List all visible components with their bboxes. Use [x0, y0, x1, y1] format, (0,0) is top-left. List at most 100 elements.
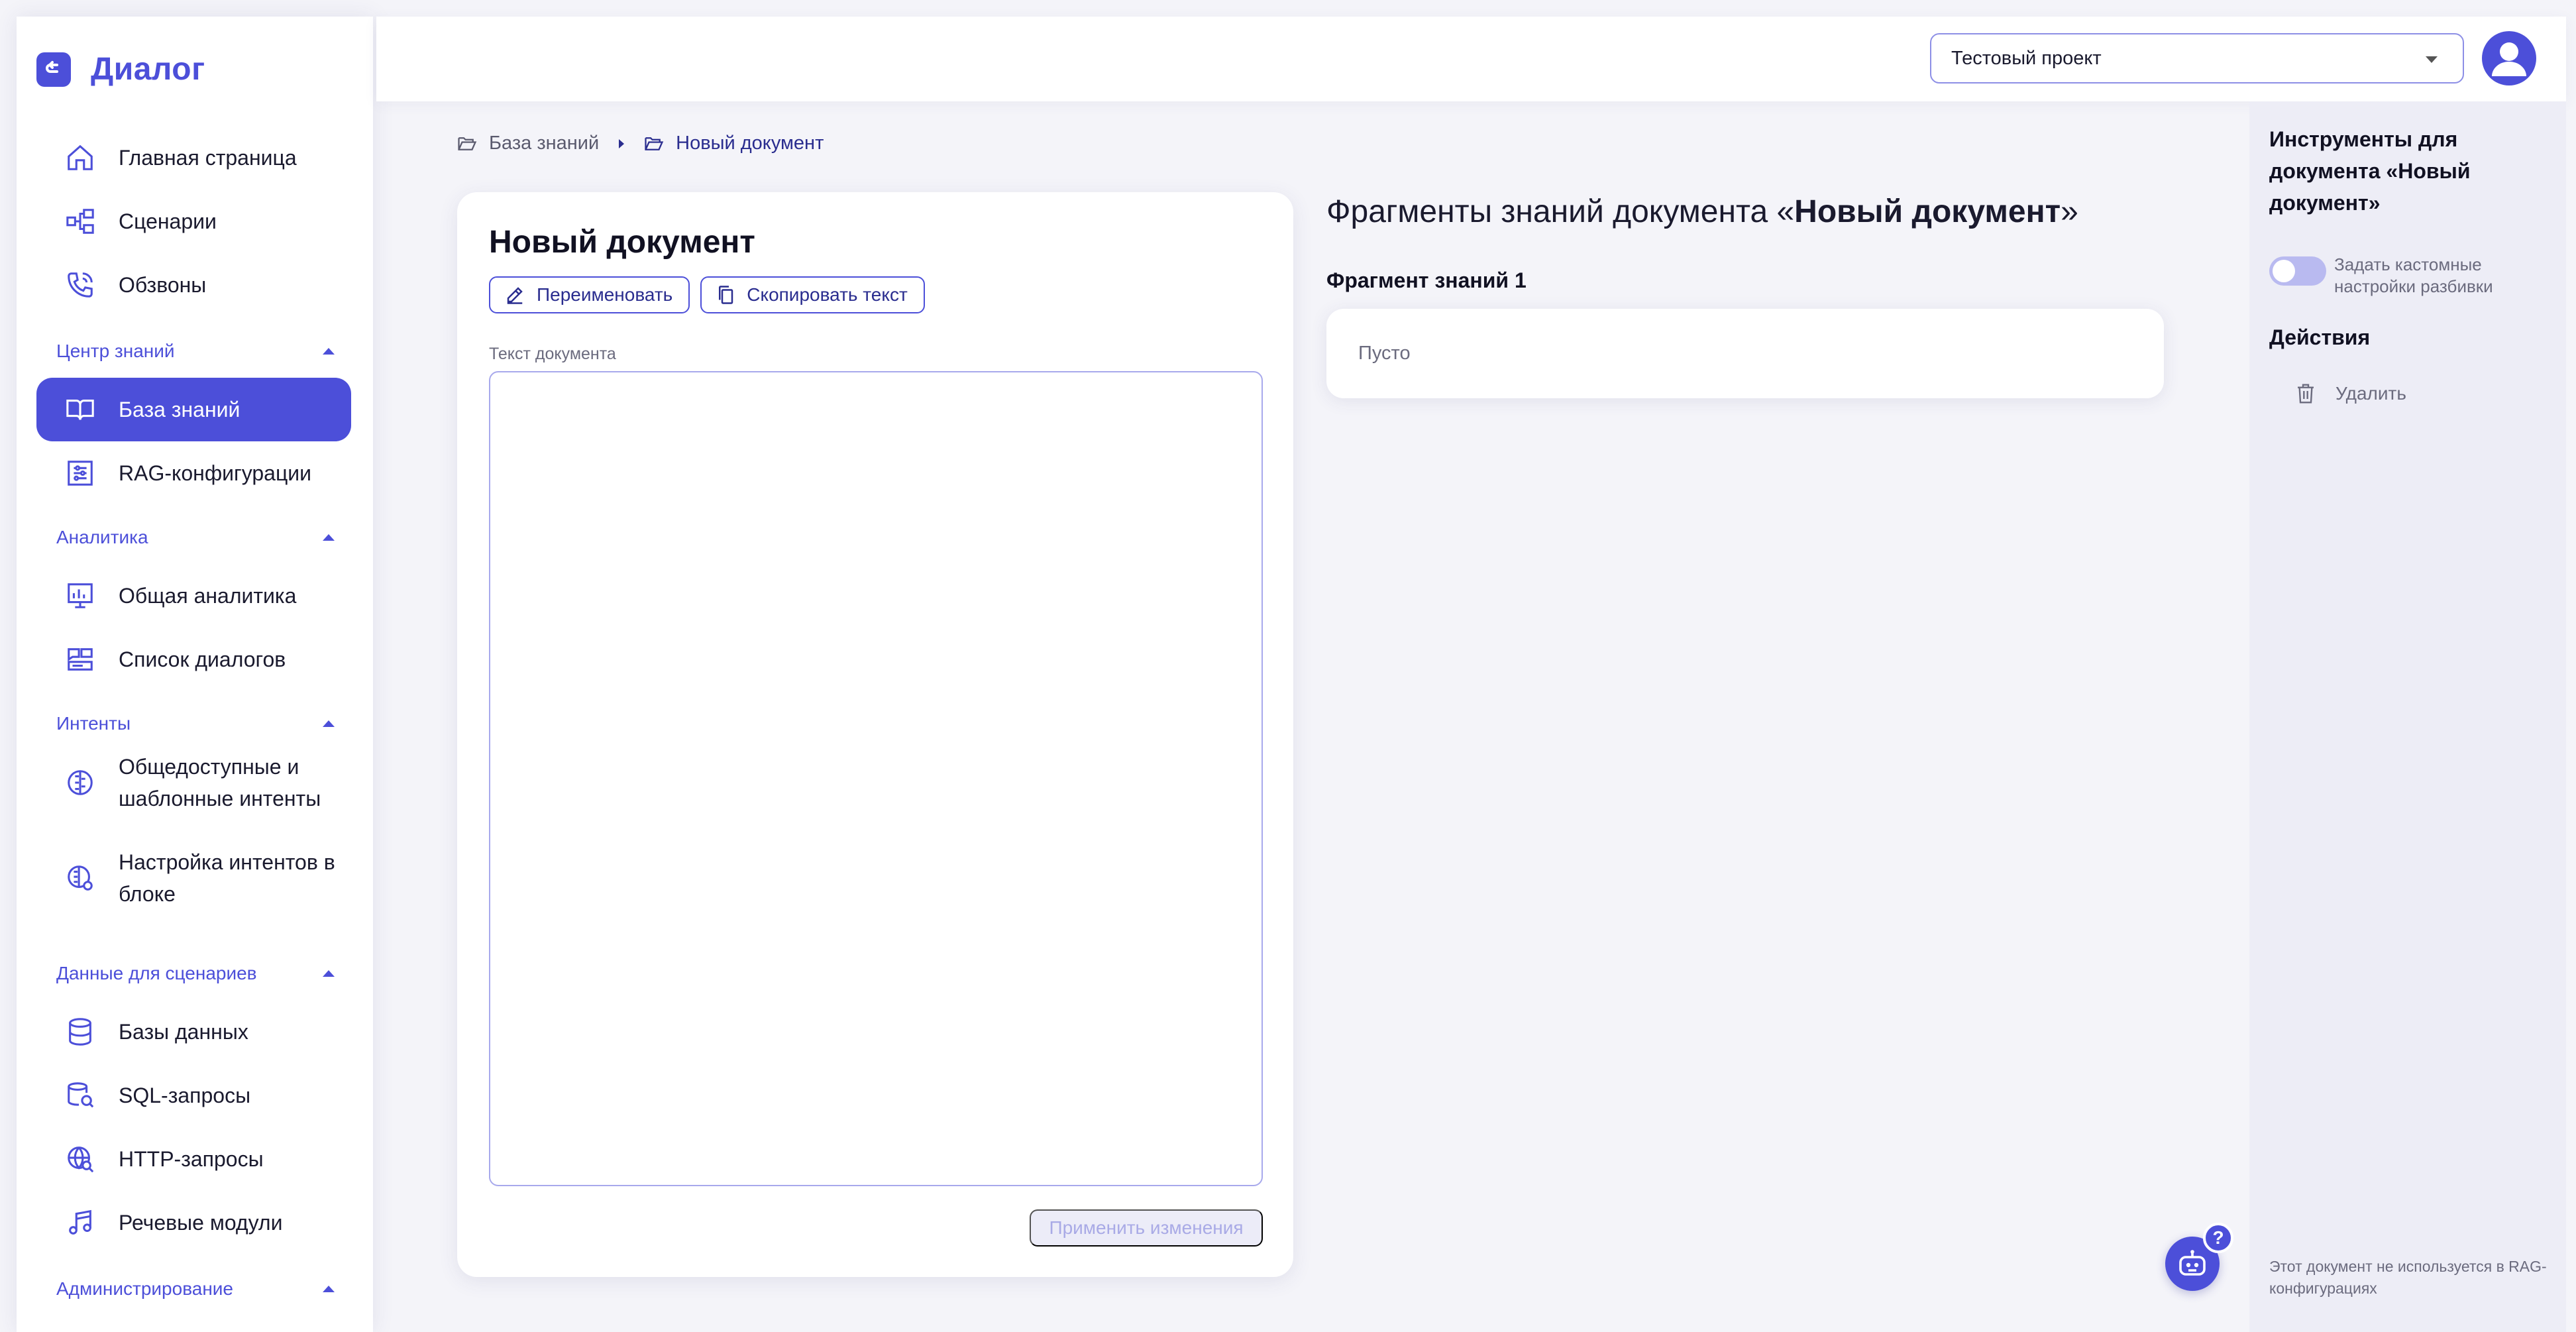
delete-label: Удалить: [2335, 383, 2406, 404]
sidebar-item-databases[interactable]: Базы данных: [36, 1000, 351, 1064]
sidebar-item-rag-configs[interactable]: RAG-конфигурации: [36, 441, 351, 505]
section-title: Центр знаний: [56, 341, 175, 361]
fragments-title: Фрагменты знаний документа «Новый докуме…: [1326, 194, 2078, 230]
brain-icon: [63, 765, 97, 800]
sidebar-item-http[interactable]: HTTP-запросы: [36, 1127, 351, 1191]
breadcrumb-label: База знаний: [489, 133, 600, 154]
section-scenario-data[interactable]: Данные для сценариев: [56, 960, 335, 987]
rename-button[interactable]: Переименовать: [489, 276, 690, 313]
section-title: Данные для сценариев: [56, 963, 257, 983]
music-note-icon: [63, 1205, 97, 1240]
sidebar-item-home[interactable]: Главная страница: [36, 126, 351, 190]
section-intents[interactable]: Интенты: [56, 710, 335, 737]
book-icon: [63, 392, 97, 427]
logo-icon: [36, 52, 71, 87]
editor-actions: Переименовать Скопировать текст: [489, 276, 936, 313]
sidebar-item-sql[interactable]: SQL-запросы: [36, 1064, 351, 1127]
sidebar-item-knowledge-base[interactable]: База знаний: [36, 378, 351, 441]
pencil-icon: [505, 285, 525, 305]
sidebar-item-label: Настройка интентов в блоке: [119, 850, 335, 906]
sidebar-item-label: Главная страница: [119, 145, 297, 170]
globe-search-icon: [63, 1142, 97, 1176]
sidebar-item-speech-modules[interactable]: Речевые модули: [36, 1191, 351, 1254]
tools-title: Инструменты для документа «Новый докумен…: [2269, 127, 2471, 215]
dialogs-icon: [63, 642, 97, 677]
sidebar-item-label: Список диалогов: [119, 647, 286, 671]
collapse-caret-icon: [323, 720, 335, 727]
sidebar-item-label: Общедоступные и шаблонные интенты: [119, 755, 321, 810]
sidebar-item-label: Общая аналитика: [119, 583, 297, 608]
delete-button[interactable]: Удалить: [2296, 383, 2406, 404]
sidebar-item-label: HTTP-запросы: [119, 1146, 264, 1171]
section-knowledge-center[interactable]: Центр знаний: [56, 338, 335, 364]
database-icon: [63, 1015, 97, 1049]
collapse-caret-icon: [323, 1286, 335, 1292]
actions-title: Действия: [2269, 325, 2371, 349]
sidebar-item-public-intents[interactable]: Общедоступные и шаблонные интенты: [36, 746, 351, 819]
top-header: Тестовый проект: [376, 17, 2566, 101]
sidebar-item-calls[interactable]: Обзвоны: [36, 253, 351, 317]
sidebar-item-scenarios[interactable]: Сценарии: [36, 190, 351, 253]
brand[interactable]: Диалог: [36, 51, 205, 87]
toggle-knob: [2273, 260, 2295, 282]
sidebar-item-label: SQL-запросы: [119, 1083, 251, 1107]
breadcrumb: База знаний Новый документ: [457, 133, 824, 154]
sidebar-item-block-intents[interactable]: Настройка интентов в блоке: [36, 842, 351, 915]
rag-usage-note: Этот документ не используется в RAG-конф…: [2269, 1258, 2547, 1297]
custom-split-toggle[interactable]: [2269, 256, 2326, 286]
project-selector[interactable]: Тестовый проект: [1930, 33, 2464, 83]
sidebar-item-label: RAG-конфигурации: [119, 461, 312, 485]
folder-open-icon: [457, 135, 477, 152]
collapse-caret-icon: [323, 970, 335, 977]
fragments-title-prefix: Фрагменты знаний документа «: [1326, 194, 1795, 229]
breadcrumb-item[interactable]: База знаний: [457, 133, 599, 154]
document-text-area[interactable]: [489, 371, 1263, 1186]
section-title: Интенты: [56, 713, 131, 734]
sidebar-item-general-analytics[interactable]: Общая аналитика: [36, 564, 351, 628]
document-editor-card: Новый документ Переименовать Скопировать…: [457, 192, 1293, 1277]
breadcrumb-label: Новый документ: [676, 133, 824, 154]
tools-panel: Инструменты для документа «Новый докумен…: [2249, 101, 2566, 1332]
section-administration[interactable]: Администрирование: [56, 1276, 335, 1302]
sql-search-icon: [63, 1078, 97, 1113]
rename-label: Переименовать: [537, 284, 673, 305]
section-analytics[interactable]: Аналитика: [56, 524, 335, 551]
folder-open-icon: [644, 135, 664, 152]
sidebar-item-label: Речевые модули: [119, 1210, 283, 1235]
user-avatar-icon[interactable]: [2482, 31, 2536, 85]
sidebar-item-label: Сценарии: [119, 209, 217, 233]
trash-icon: [2296, 383, 2316, 404]
sidebar: Диалог Главная страница Сценарии Обзвоны…: [17, 17, 373, 1332]
apply-changes-button[interactable]: Применить изменения: [1030, 1209, 1263, 1247]
sidebar-item-dialog-list[interactable]: Список диалогов: [36, 628, 351, 691]
sliders-icon: [63, 456, 97, 490]
copy-text-button[interactable]: Скопировать текст: [700, 276, 925, 313]
analytics-icon: [63, 579, 97, 613]
phone-call-icon: [63, 268, 97, 302]
sidebar-item-label: Обзвоны: [119, 272, 207, 297]
custom-split-toggle-label: Задать кастомные настройки разбивки: [2334, 254, 2493, 296]
custom-split-toggle-row: Задать кастомные настройки разбивки: [2269, 254, 2546, 298]
breadcrumb-current: Новый документ: [644, 133, 824, 154]
help-badge[interactable]: ?: [2203, 1223, 2233, 1253]
collapse-caret-icon: [323, 348, 335, 355]
copy-icon: [716, 285, 735, 305]
chevron-down-icon: [2426, 56, 2438, 63]
sidebar-item-label: Базы данных: [119, 1019, 248, 1044]
section-title: Администрирование: [56, 1278, 233, 1299]
fragment-card[interactable]: Пусто: [1326, 309, 2164, 398]
sidebar-item-label: База знаний: [119, 397, 241, 421]
chevron-right-icon: [619, 139, 625, 148]
document-text-label: Текст документа: [489, 345, 616, 363]
app-name: Диалог: [91, 52, 205, 87]
project-selector-value: Тестовый проект: [1951, 47, 2102, 69]
robot-icon: [2179, 1250, 2206, 1276]
section-title: Аналитика: [56, 527, 148, 547]
brain-gear-icon: [63, 861, 97, 895]
fragment-label: Фрагмент знаний 1: [1326, 268, 1527, 292]
collapse-caret-icon: [323, 534, 335, 541]
scenarios-icon: [63, 204, 97, 239]
fragments-title-doc: Новый документ: [1794, 194, 2061, 229]
copy-label: Скопировать текст: [747, 284, 908, 305]
fragment-content: Пусто: [1358, 343, 1411, 364]
